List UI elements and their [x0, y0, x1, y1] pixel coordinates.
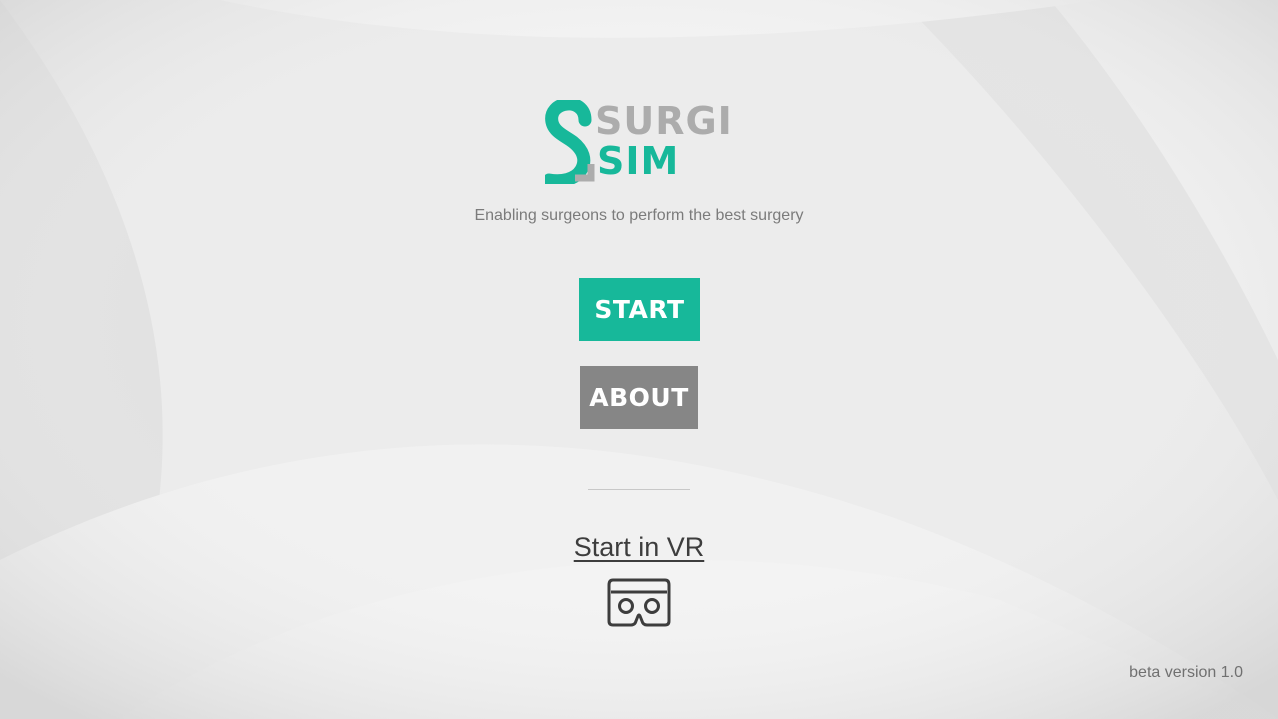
tagline: Enabling surgeons to perform the best su… — [474, 207, 804, 224]
surgisim-logo-icon — [545, 100, 595, 184]
surgisim-logo: SURGI SIM — [545, 100, 745, 184]
start-in-vr-link[interactable]: Start in VR — [0, 532, 1278, 563]
start-in-vr-label: Start in VR — [573, 532, 705, 562]
divider — [588, 489, 690, 490]
version-label: beta version 1.0 — [1129, 664, 1243, 681]
logo-word-surgi: SURGI — [595, 99, 733, 143]
vr-headset-icon[interactable] — [607, 576, 671, 628]
main-menu-screen: SURGI SIM Enabling surgeons to perform t… — [0, 0, 1278, 719]
about-button[interactable]: ABOUT — [580, 366, 698, 429]
logo-word-sim: SIM — [597, 139, 680, 183]
start-button[interactable]: START — [579, 278, 700, 341]
